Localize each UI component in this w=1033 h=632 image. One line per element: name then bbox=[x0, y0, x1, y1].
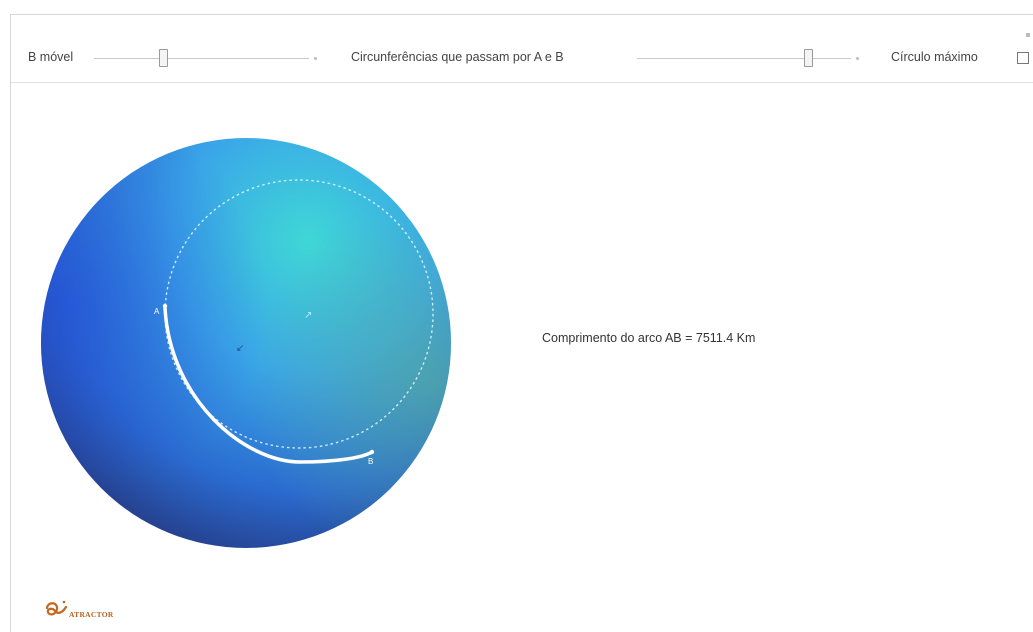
control-toolbar: B móvel Circunferências que passam por A… bbox=[11, 15, 1033, 83]
point-a[interactable] bbox=[162, 303, 168, 309]
atractor-logo-icon bbox=[45, 600, 68, 616]
point-b[interactable] bbox=[369, 449, 375, 455]
sphere-center-marker: ↙ bbox=[236, 343, 244, 354]
slider-b-track[interactable] bbox=[94, 58, 309, 59]
max-circle-label: Círculo máximo bbox=[891, 50, 978, 64]
slider-circles-track[interactable] bbox=[637, 58, 851, 59]
slider-circles-handle[interactable] bbox=[804, 49, 814, 67]
slider-b-label: B móvel bbox=[28, 50, 74, 64]
slider-b-end-dot bbox=[314, 57, 317, 60]
slider-b-handle[interactable] bbox=[158, 49, 168, 67]
sphere-shade-right bbox=[41, 138, 451, 548]
max-circle-checkbox[interactable] bbox=[1017, 52, 1029, 64]
circle-center-marker: ↗ bbox=[304, 310, 312, 321]
slider-circles-label: Circunferências que passam por A e B bbox=[351, 50, 564, 64]
point-a-label: A bbox=[154, 307, 160, 316]
arc-length-text: Comprimento do arco AB = 7511.4 Km bbox=[542, 331, 756, 345]
slider-circles-end-dot bbox=[856, 57, 859, 60]
corner-marker bbox=[1026, 33, 1030, 37]
atractor-logo-text: ATRACTOR bbox=[69, 610, 114, 619]
point-b-label: B bbox=[368, 457, 373, 466]
